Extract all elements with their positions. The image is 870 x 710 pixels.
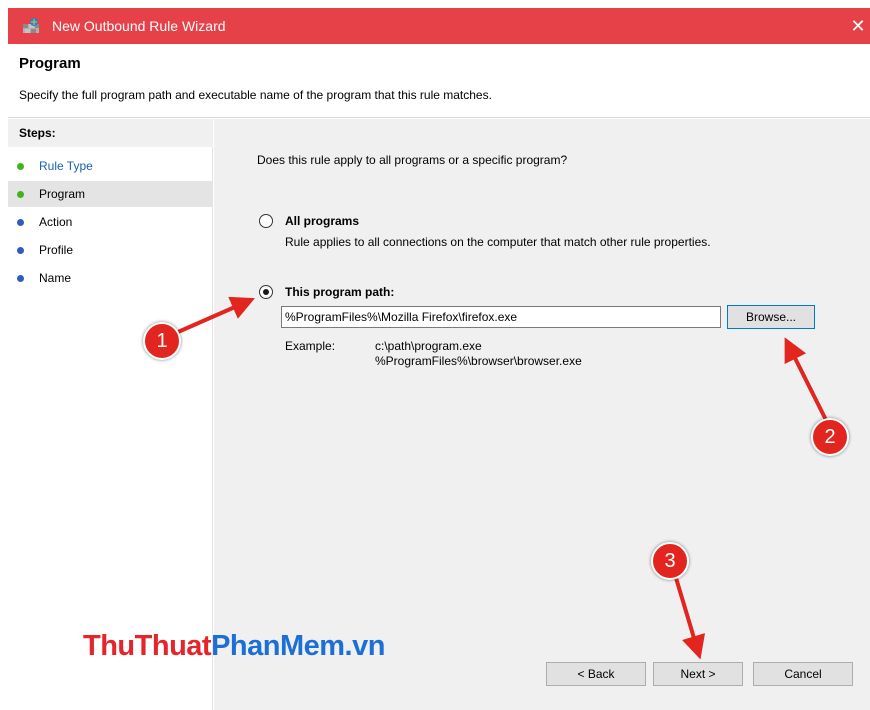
annotation-badge-3: 3 (651, 542, 689, 580)
sidebar-item-program[interactable]: Program (8, 181, 213, 207)
sidebar-item-name[interactable]: Name (8, 265, 213, 291)
program-path-radio[interactable] (259, 285, 273, 299)
wizard-header: Program Specify the full program path an… (8, 44, 870, 118)
back-button[interactable]: < Back (546, 662, 646, 686)
step-pending-icon (17, 219, 24, 226)
watermark-logo: ThuThuatPhanMem.vn (83, 630, 385, 663)
browse-button[interactable]: Browse... (727, 305, 815, 329)
step-complete-icon (17, 163, 24, 170)
all-programs-radio[interactable] (259, 214, 273, 228)
sidebar-item-label: Action (39, 215, 73, 229)
next-button[interactable]: Next > (653, 662, 743, 686)
sidebar-item-profile[interactable]: Profile (8, 237, 213, 263)
step-complete-icon (17, 191, 24, 198)
title-bar: New Outbound Rule Wizard ✕ (8, 8, 870, 44)
cancel-button[interactable]: Cancel (753, 662, 853, 686)
sidebar-item-action[interactable]: Action (8, 209, 213, 235)
program-path-input[interactable] (281, 306, 721, 328)
sidebar-item-label: Profile (39, 243, 74, 257)
watermark-part-2: PhanMem.vn (211, 630, 385, 662)
step-pending-icon (17, 275, 24, 282)
steps-label: Steps: (8, 119, 213, 147)
sidebar-item-label: Program (39, 187, 86, 201)
all-programs-label[interactable]: All programs (285, 214, 359, 228)
annotation-badge-1: 1 (143, 322, 181, 360)
firewall-icon (23, 18, 39, 33)
example-path-2: %ProgramFiles%\browser\browser.exe (375, 354, 582, 368)
example-path-1: c:\path\program.exe (375, 339, 482, 353)
window-title: New Outbound Rule Wizard (52, 18, 226, 34)
example-label: Example: (285, 339, 336, 353)
page-title: Program (19, 55, 81, 72)
question-text: Does this rule apply to all programs or … (257, 153, 568, 167)
step-pending-icon (17, 247, 24, 254)
wizard-content: Does this rule apply to all programs or … (214, 119, 870, 710)
all-programs-description: Rule applies to all connections on the c… (285, 235, 711, 249)
sidebar-item-label: Rule Type (39, 159, 93, 173)
sidebar-item-label: Name (39, 271, 72, 285)
close-button[interactable]: ✕ (846, 8, 870, 44)
watermark-part-1: ThuThuat (83, 630, 212, 662)
page-description: Specify the full program path and execut… (19, 88, 492, 102)
program-path-label[interactable]: This program path: (285, 285, 394, 299)
annotation-badge-2: 2 (811, 418, 849, 456)
steps-sidebar: Steps: Rule Type Program Action Profile … (8, 119, 213, 710)
sidebar-item-rule-type[interactable]: Rule Type (8, 153, 213, 179)
